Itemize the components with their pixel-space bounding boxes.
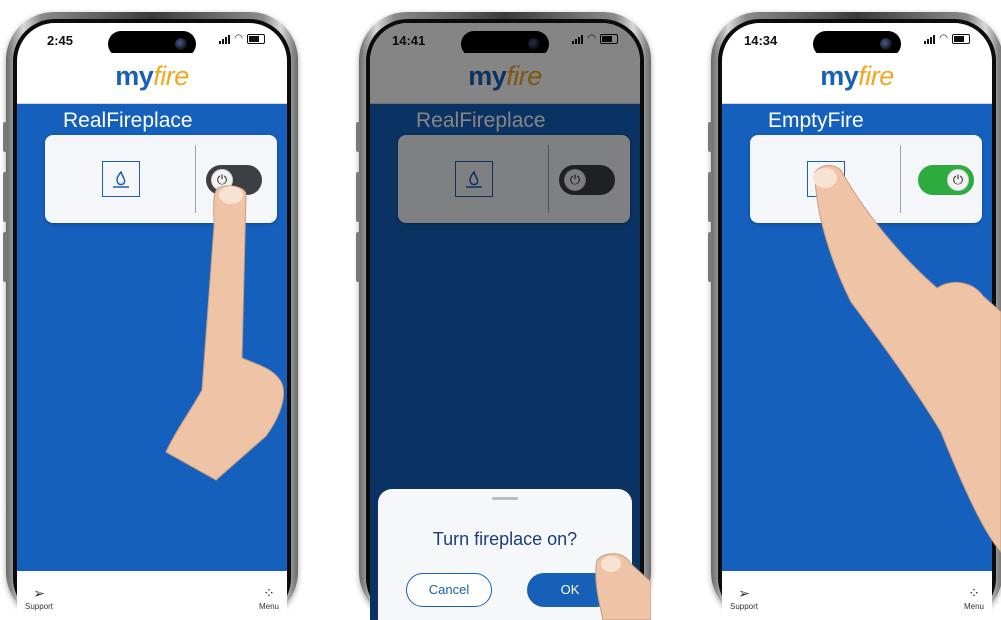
card-divider [900,145,901,213]
nav-menu-label: Menu [258,602,279,611]
cancel-button[interactable]: Cancel [406,573,492,607]
wifi-icon: ◠ [234,33,243,44]
battery-icon [247,34,265,44]
side-button [3,172,7,222]
app-screen: 14:41 ◠ myfire RealFireplace ⏻ Turn fire… [370,23,640,620]
flame-in-box-icon[interactable] [807,161,845,197]
phone-bezel: 2:45 ◠ myfire RealFireplace ⏻ ➢ Support … [13,19,291,620]
device-card[interactable]: ⏻ [750,135,982,223]
nav-menu-label: Menu [963,602,984,611]
grid-icon: ⁘ [968,585,980,601]
wifi-icon: ◠ [939,33,948,44]
side-button [708,122,712,152]
system-icons: ◠ [219,34,265,44]
status-time: 2:45 [47,33,74,48]
status-bar: 2:45 ◠ [17,23,287,57]
nav-menu[interactable]: ⁘ Menu [259,585,279,613]
device-card[interactable]: ⏻ [45,135,277,223]
app-screen: 14:34 ◠ myfire EmptyFire ⏻ ➢ Support ⁘ M… [722,23,992,620]
dialog-message: Turn fireplace on? [432,529,578,549]
card-divider [195,145,196,213]
nav-support-label: Support [25,602,54,611]
app-header: myfire [722,53,992,104]
power-icon: ⏻ [947,169,969,191]
bottom-nav: ➢ Support ⁘ Menu [722,571,992,620]
myfire-logo: myfire [820,61,894,91]
send-icon: ➢ [738,585,750,601]
ok-button[interactable]: OK [527,573,613,607]
side-button [3,232,7,282]
nav-support[interactable]: ➢ Support [25,585,53,613]
status-bar: 14:34 ◠ [722,23,992,57]
system-icons: ◠ [924,34,970,44]
camera-icon [880,38,892,50]
send-icon: ➢ [33,585,45,601]
battery-icon [952,34,970,44]
device-name: EmptyFire [768,109,864,132]
side-button [356,122,360,152]
signal-icon [924,34,936,44]
signal-icon [219,34,231,44]
app-header: myfire [17,53,287,104]
side-button [3,122,7,152]
side-button [356,232,360,282]
app-screen: 2:45 ◠ myfire RealFireplace ⏻ ➢ Support … [17,23,287,620]
device-name: RealFireplace [63,109,193,132]
status-time: 14:34 [744,33,778,48]
flame-in-box-icon[interactable] [102,161,140,197]
phone-bezel: 14:41 ◠ myfire RealFireplace ⏻ Turn fire… [366,19,644,620]
camera-icon [175,38,187,50]
bottom-nav: ➢ Support ⁘ Menu [17,571,287,620]
nav-menu[interactable]: ⁘ Menu [964,585,984,613]
myfire-logo: myfire [115,61,189,91]
side-button [356,172,360,222]
confirm-dialog: Turn fireplace on? Cancel OK [378,489,632,620]
power-toggle[interactable]: ⏻ [918,165,974,195]
sheet-handle[interactable] [492,497,518,500]
nav-support[interactable]: ➢ Support [730,585,758,613]
phone-2: 14:41 ◠ myfire RealFireplace ⏻ Turn fire… [356,12,651,620]
nav-support-label: Support [730,602,759,611]
phone-3: 14:34 ◠ myfire EmptyFire ⏻ ➢ Support ⁘ M… [708,12,1001,620]
phone-1: 2:45 ◠ myfire RealFireplace ⏻ ➢ Support … [3,12,298,620]
grid-icon: ⁘ [263,585,275,601]
power-toggle[interactable]: ⏻ [206,165,262,195]
phone-bezel: 14:34 ◠ myfire EmptyFire ⏻ ➢ Support ⁘ M… [718,19,996,620]
side-button [708,232,712,282]
side-button [708,172,712,222]
power-icon: ⏻ [211,169,233,191]
